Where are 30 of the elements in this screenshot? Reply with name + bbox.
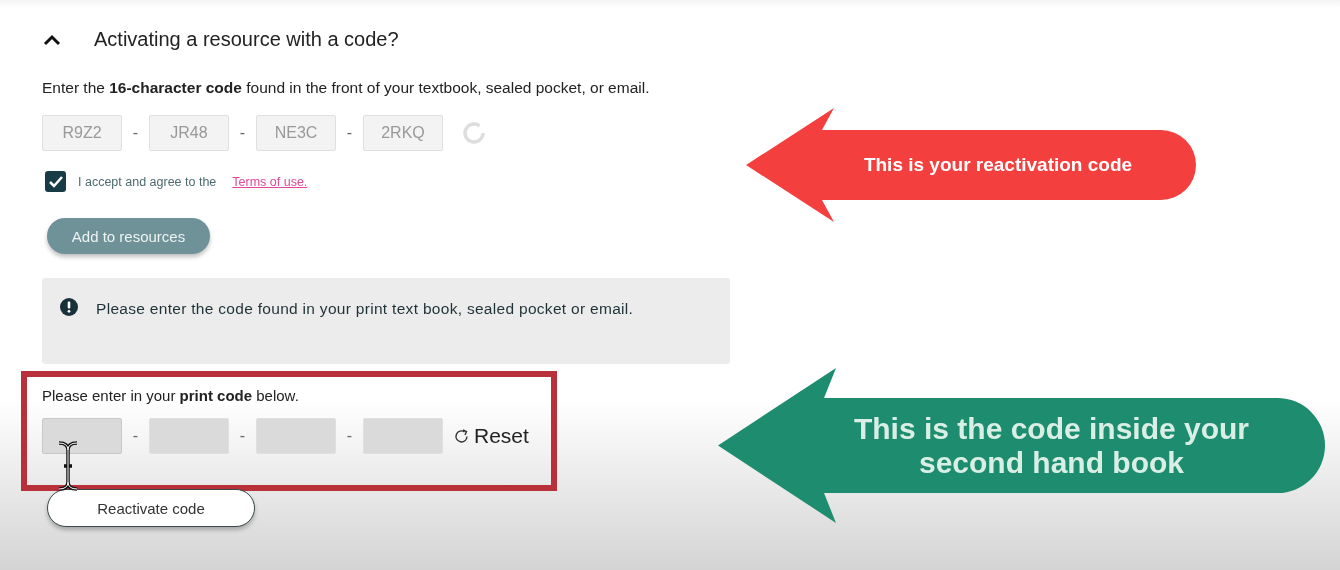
print-code-input[interactable] <box>363 418 443 454</box>
notice-text: Please enter the code found in your print text book, sealed pocket or email. <box>96 299 634 319</box>
dash-separator: - <box>345 124 354 142</box>
code-input[interactable]: NE3C <box>256 115 336 151</box>
refresh-icon <box>453 427 470 445</box>
terms-link[interactable]: Terms of use. <box>232 174 308 189</box>
add-to-resources-button[interactable]: Add to resources <box>47 218 210 254</box>
print-code-prompt: Please enter in your print code below. <box>42 387 300 404</box>
dash-separator: - <box>131 427 140 445</box>
section-title[interactable]: Activating a resource with a code? <box>94 28 399 51</box>
reset-button[interactable]: Reset <box>453 424 529 448</box>
dash-separator: - <box>238 124 247 142</box>
dash-separator: - <box>131 124 140 142</box>
dash-separator: - <box>345 427 354 445</box>
print-code-input[interactable] <box>256 418 336 454</box>
loading-spinner-icon <box>461 120 487 146</box>
arrow-callout: This is your reactivation code <box>746 108 1196 222</box>
checkbox[interactable] <box>45 171 66 192</box>
terms-label: I accept and agree to the <box>78 174 217 189</box>
alert-icon <box>60 298 78 316</box>
arrow-callout: This is the code inside your second hand book <box>718 368 1325 523</box>
code-input[interactable]: R9Z2 <box>42 115 122 151</box>
reactivate-code-button[interactable]: Reactivate code <box>47 489 255 527</box>
dash-separator: - <box>238 427 247 445</box>
chevron-up-icon[interactable] <box>42 32 62 47</box>
print-code-input[interactable] <box>149 418 229 454</box>
instruction-text: Enter the 16-character code found in the front of your textbook, sealed pocket, or email. <box>42 79 651 97</box>
code-input[interactable]: JR48 <box>149 115 229 151</box>
code-input[interactable]: 2RKQ <box>363 115 443 151</box>
print-code-input[interactable] <box>42 418 122 454</box>
